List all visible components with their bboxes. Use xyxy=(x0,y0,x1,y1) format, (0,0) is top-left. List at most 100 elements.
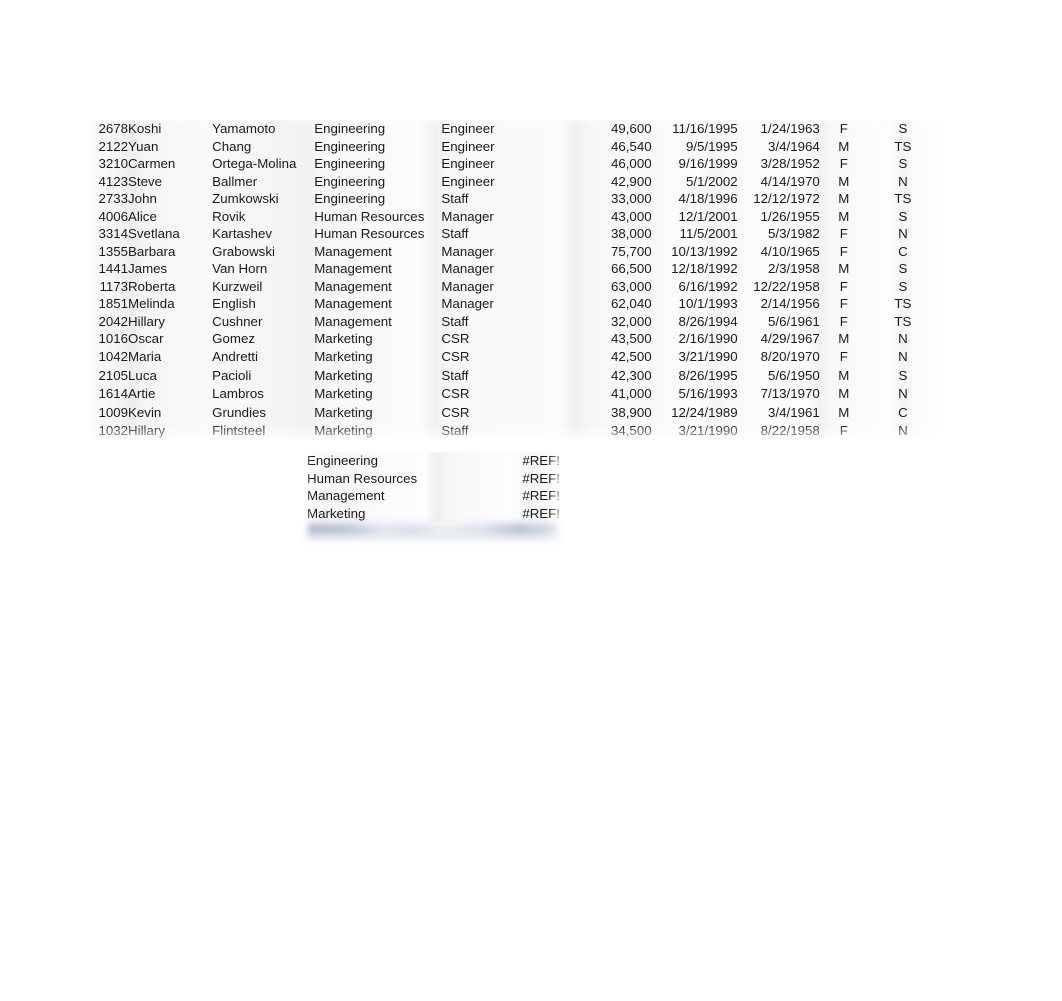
cell-status[interactable]: N xyxy=(868,385,938,403)
cell-gender[interactable]: M xyxy=(820,190,868,208)
cell-title[interactable]: Engineer xyxy=(441,155,543,173)
cell-gender[interactable]: M xyxy=(820,385,868,403)
cell-title[interactable]: CSR xyxy=(441,385,543,403)
cell-birth_date[interactable]: 5/3/1982 xyxy=(738,225,820,243)
cell-dept[interactable]: Marketing xyxy=(314,330,441,348)
cell-last[interactable]: English xyxy=(212,295,314,313)
cell-gender[interactable]: F xyxy=(820,120,868,138)
cell-salary[interactable]: 43,000 xyxy=(543,208,652,226)
cell-hire_date[interactable]: 9/5/1995 xyxy=(652,138,738,156)
cell-title[interactable]: CSR xyxy=(441,330,543,348)
cell-dept[interactable]: Management xyxy=(314,243,441,261)
cell-hire_date[interactable]: 12/1/2001 xyxy=(652,208,738,226)
cell-last[interactable]: Ortega-Molina xyxy=(212,155,314,173)
cell-id[interactable]: 2733 xyxy=(90,190,128,208)
cell-status[interactable]: S xyxy=(868,155,938,173)
table-row[interactable]: 1173 Roberta Kurzweil Management Manager 63,0… xyxy=(90,278,938,296)
cell-dept[interactable]: Engineering xyxy=(314,155,441,173)
cell-dept[interactable]: Marketing xyxy=(314,422,441,440)
cell-first[interactable]: Hillary xyxy=(128,422,212,440)
cell-status[interactable]: C xyxy=(868,243,938,261)
cell-dept[interactable]: Engineering xyxy=(314,190,441,208)
cell-gender[interactable]: M xyxy=(820,208,868,226)
cell-last[interactable]: Chang xyxy=(212,138,314,156)
cell-birth_date[interactable]: 1/24/1963 xyxy=(738,120,820,138)
cell-birth_date[interactable]: 4/14/1970 xyxy=(738,173,820,191)
cell-hire_date[interactable]: 3/21/1990 xyxy=(652,348,738,366)
cell-status[interactable]: C xyxy=(868,404,938,422)
table-row[interactable]: 4123 Steve Ballmer Engineering Engineer 42,90… xyxy=(90,173,938,191)
cell-id[interactable]: 1355 xyxy=(90,243,128,261)
cell-hire_date[interactable]: 11/5/2001 xyxy=(652,225,738,243)
table-row[interactable]: 1614 Artie Lambros Marketing CSR 41,000 5/16/1… xyxy=(90,385,938,403)
cell-salary[interactable]: 42,500 xyxy=(543,348,652,366)
summary-department-label[interactable]: Engineering xyxy=(307,452,467,470)
table-row[interactable]: 3314 Svetlana Kartashev Human Resources Staf… xyxy=(90,225,938,243)
cell-status[interactable]: TS xyxy=(868,313,938,331)
cell-birth_date[interactable]: 5/6/1961 xyxy=(738,313,820,331)
cell-last[interactable]: Grundies xyxy=(212,404,314,422)
cell-first[interactable]: John xyxy=(128,190,212,208)
cell-gender[interactable]: F xyxy=(820,295,868,313)
cell-id[interactable]: 2122 xyxy=(90,138,128,156)
cell-last[interactable]: Zumkowski xyxy=(212,190,314,208)
cell-status[interactable]: S xyxy=(868,278,938,296)
cell-salary[interactable]: 46,540 xyxy=(543,138,652,156)
cell-status[interactable]: N xyxy=(868,422,938,440)
table-row[interactable]: 1851 Melinda English Management Manager 62,04… xyxy=(90,295,938,313)
cell-last[interactable]: Van Horn xyxy=(212,260,314,278)
table-row[interactable]: 1016 Oscar Gomez Marketing CSR 43,500 2/16/199… xyxy=(90,330,938,348)
cell-id[interactable]: 2042 xyxy=(90,313,128,331)
cell-title[interactable]: Manager xyxy=(441,260,543,278)
cell-first[interactable]: James xyxy=(128,260,212,278)
table-row[interactable]: 3210 Carmen Ortega-Molina Engineering Engine… xyxy=(90,155,938,173)
table-row[interactable]: 1042 Maria Andretti Marketing CSR 42,500 3/21/… xyxy=(90,348,938,366)
cell-dept[interactable]: Marketing xyxy=(314,404,441,422)
table-row[interactable]: 1441 James Van Horn Management Manager 66,500… xyxy=(90,260,938,278)
cell-dept[interactable]: Human Resources xyxy=(314,208,441,226)
cell-hire_date[interactable]: 4/18/1996 xyxy=(652,190,738,208)
cell-salary[interactable]: 33,000 xyxy=(543,190,652,208)
cell-dept[interactable]: Marketing xyxy=(314,348,441,366)
cell-salary[interactable]: 43,500 xyxy=(543,330,652,348)
cell-birth_date[interactable]: 1/26/1955 xyxy=(738,208,820,226)
cell-id[interactable]: 1173 xyxy=(90,278,128,296)
cell-first[interactable]: Roberta xyxy=(128,278,212,296)
summary-row[interactable]: Marketing #REF! xyxy=(307,505,560,523)
cell-last[interactable]: Kurzweil xyxy=(212,278,314,296)
table-row[interactable]: 1032 Hillary Flintsteel Marketing Staff 34,50… xyxy=(90,422,938,440)
cell-salary[interactable]: 42,900 xyxy=(543,173,652,191)
cell-title[interactable]: Manager xyxy=(441,295,543,313)
cell-salary[interactable]: 66,500 xyxy=(543,260,652,278)
cell-first[interactable]: Maria xyxy=(128,348,212,366)
cell-hire_date[interactable]: 8/26/1995 xyxy=(652,367,738,385)
cell-hire_date[interactable]: 11/16/1995 xyxy=(652,120,738,138)
cell-gender[interactable]: F xyxy=(820,422,868,440)
cell-last[interactable]: Grabowski xyxy=(212,243,314,261)
cell-status[interactable]: TS xyxy=(868,295,938,313)
cell-birth_date[interactable]: 3/4/1964 xyxy=(738,138,820,156)
cell-first[interactable]: Kevin xyxy=(128,404,212,422)
table-row[interactable]: 2678 Koshi Yamamoto Engineering Engineer 49,6… xyxy=(90,120,938,138)
cell-hire_date[interactable]: 3/21/1990 xyxy=(652,422,738,440)
cell-last[interactable]: Rovik xyxy=(212,208,314,226)
cell-id[interactable]: 3314 xyxy=(90,225,128,243)
cell-last[interactable]: Ballmer xyxy=(212,173,314,191)
cell-gender[interactable]: M xyxy=(820,260,868,278)
cell-dept[interactable]: Marketing xyxy=(314,367,441,385)
cell-salary[interactable]: 46,000 xyxy=(543,155,652,173)
table-row[interactable]: 2042 Hillary Cushner Management Staff 32,000 8… xyxy=(90,313,938,331)
cell-status[interactable]: S xyxy=(868,208,938,226)
cell-title[interactable]: CSR xyxy=(441,404,543,422)
cell-last[interactable]: Pacioli xyxy=(212,367,314,385)
summary-error-value[interactable]: #REF! xyxy=(467,487,560,505)
cell-hire_date[interactable]: 9/16/1999 xyxy=(652,155,738,173)
cell-last[interactable]: Kartashev xyxy=(212,225,314,243)
cell-status[interactable]: TS xyxy=(868,138,938,156)
cell-last[interactable]: Cushner xyxy=(212,313,314,331)
cell-gender[interactable]: F xyxy=(820,155,868,173)
cell-dept[interactable]: Engineering xyxy=(314,173,441,191)
cell-hire_date[interactable]: 2/16/1990 xyxy=(652,330,738,348)
cell-id[interactable]: 1851 xyxy=(90,295,128,313)
cell-birth_date[interactable]: 2/14/1956 xyxy=(738,295,820,313)
